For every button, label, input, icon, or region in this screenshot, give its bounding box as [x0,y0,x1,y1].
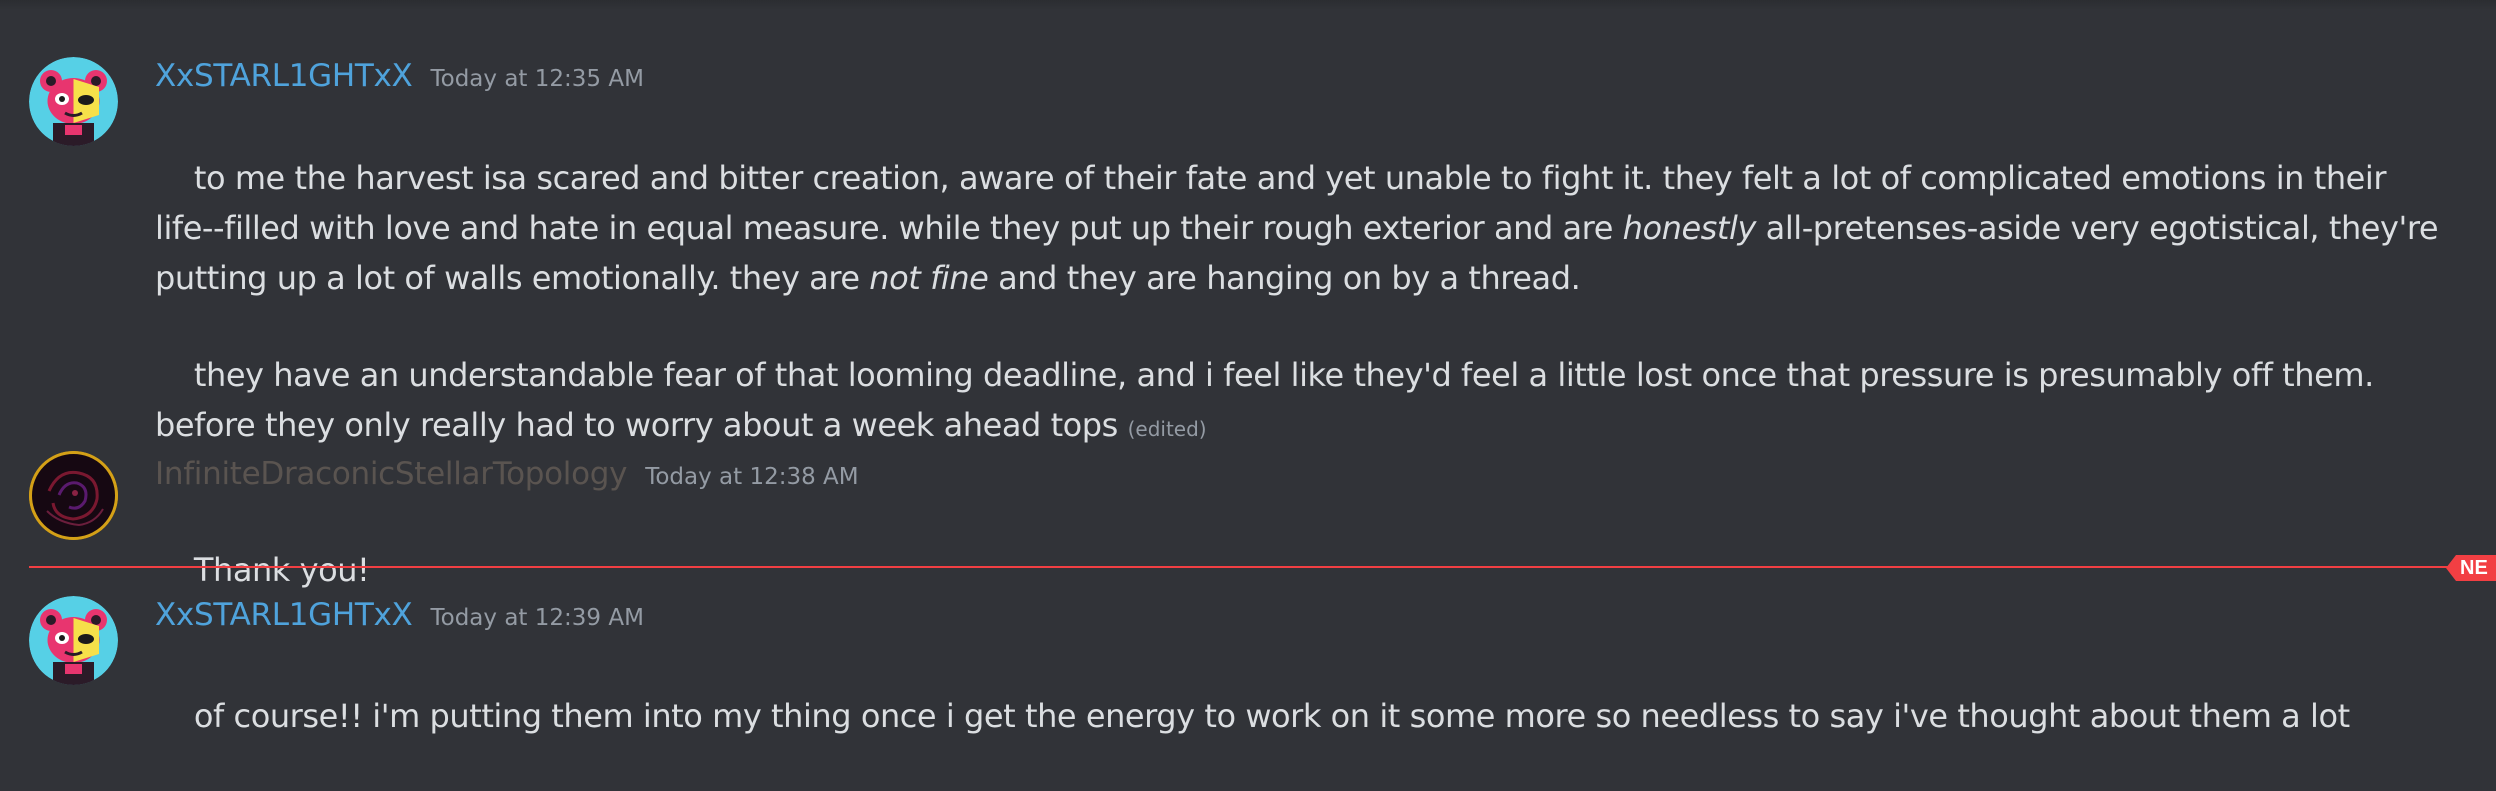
message-text: of course!! i'm putting them into my thi… [193,697,2350,735]
message-header: XxSTARL1GHTxX Today at 12:39 AM [155,597,644,633]
new-messages-divider [29,566,2469,568]
dark-dragon-avatar-icon[interactable] [29,451,118,540]
message-text: they have an understandable fear of that… [155,356,2384,444]
username[interactable]: XxSTARL1GHTxX [155,58,413,94]
message-text-italic: honestly [1622,209,1757,247]
message-header: XxSTARL1GHTxX Today at 12:35 AM [155,58,644,94]
message-text: and they are hanging on by a thread. [988,259,1581,297]
message-timestamp[interactable]: Today at 12:35 AM [430,66,643,92]
edited-label[interactable]: (edited) [1128,417,1207,441]
pink-bear-avatar-icon[interactable] [29,596,118,685]
message-header: InfiniteDraconicStellarTopology Today at … [155,456,859,492]
message-content: of course!! i'm putting them into my thi… [155,641,2445,791]
message-timestamp[interactable]: Today at 12:39 AM [430,605,643,631]
new-messages-badge: NE [2446,555,2496,581]
username[interactable]: XxSTARL1GHTxX [155,597,413,633]
pink-bear-avatar-icon[interactable] [29,57,118,146]
message-text-italic: not fine [869,259,989,297]
message-timestamp[interactable]: Today at 12:38 AM [645,464,858,490]
top-edge-shadow [0,0,2496,10]
message-text: Thank you! [193,551,370,589]
username[interactable]: InfiniteDraconicStellarTopology [155,456,627,492]
